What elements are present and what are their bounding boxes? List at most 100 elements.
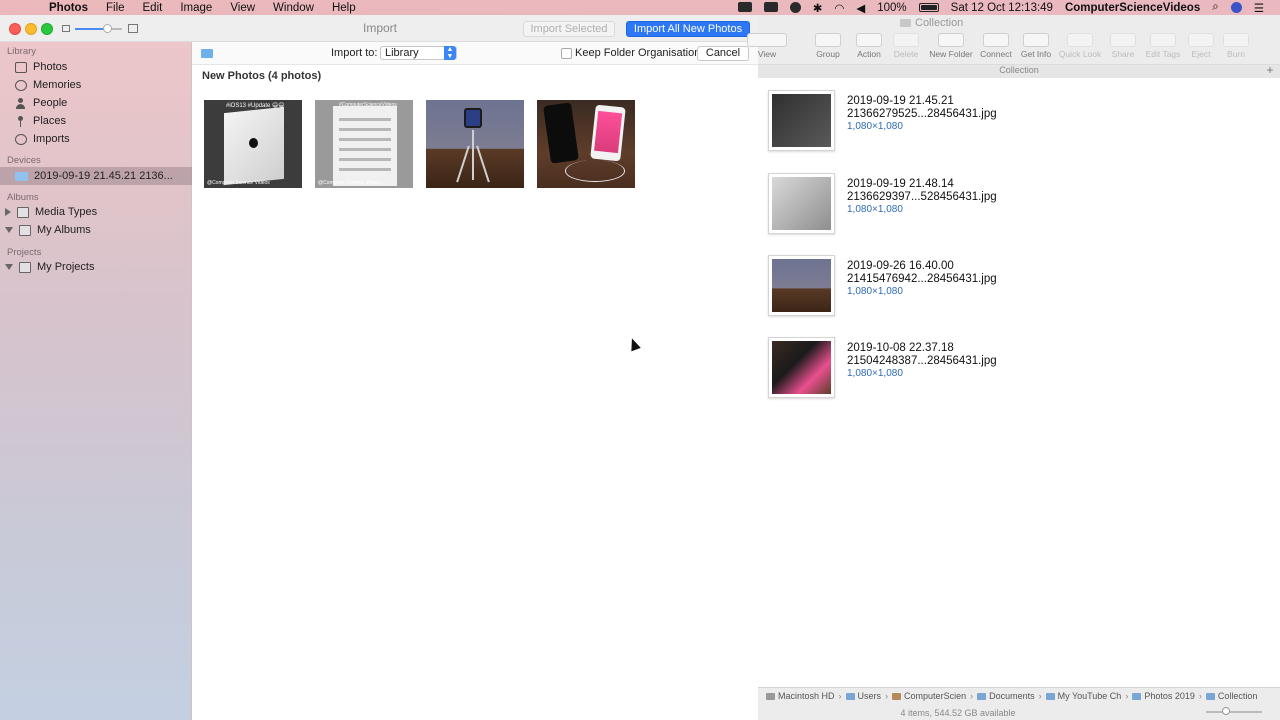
clock[interactable]: Sat 12 Oct 12:13:49 [945, 2, 1059, 14]
disclosure-triangle-icon[interactable] [5, 208, 11, 216]
cancel-button[interactable]: Cancel [697, 46, 749, 61]
zoom-window-button[interactable] [41, 23, 53, 35]
menu-help[interactable]: Help [323, 2, 365, 14]
sidebar-item-device[interactable]: 2019-09-19 21.45.21 2136... [0, 167, 192, 185]
wifi-icon[interactable]: ◠ [828, 1, 850, 15]
keep-folder-organisation-checkbox[interactable] [561, 48, 572, 59]
file-dimensions: 1,080×1,080 [847, 121, 903, 132]
path-segment[interactable]: Collection [1205, 691, 1257, 701]
select-arrows-icon: ▲ ▼ [444, 46, 456, 60]
keep-folder-organisation-label[interactable]: Keep Folder Organisation [575, 47, 700, 59]
import-selected-button[interactable]: Import Selected [523, 21, 615, 37]
file-name[interactable]: 2019-09-19 21.45.21 21366279525...2845643… [847, 95, 997, 121]
file-dimensions: 1,080×1,080 [847, 286, 903, 297]
icon-size-slider[interactable] [1206, 707, 1262, 715]
battery-percent[interactable]: 100% [871, 2, 912, 14]
file-thumbnail[interactable] [768, 173, 835, 234]
new-photos-heading: New Photos (4 photos) [202, 70, 322, 82]
gear-icon [856, 33, 882, 47]
file-name[interactable]: 2019-10-08 22.37.18 21504248387...2845643… [847, 342, 997, 368]
sidebar-section-albums: Albums [7, 192, 39, 203]
sidebar-item-photos[interactable]: Photos [0, 58, 192, 76]
file-name[interactable]: 2019-09-19 21.48.14 2136629397...52845643… [847, 178, 997, 204]
username[interactable]: ComputerScienceVideos [1059, 2, 1206, 14]
large-thumbnail-icon [128, 24, 138, 33]
file-dimensions: 1,080×1,080 [847, 368, 903, 379]
siri-icon[interactable] [1225, 1, 1248, 14]
clock-icon [15, 133, 27, 145]
sidebar-item-media-types[interactable]: Media Types [0, 203, 192, 221]
import-options-bar: Import to: Library ▲ ▼ Keep Folder Organi… [192, 42, 758, 65]
sidebar-item-label: People [33, 97, 68, 109]
photo-thumbnail[interactable]: #ComputerScienceVideos @Computer Science… [315, 100, 413, 188]
sidebar-item-label: Media Types [35, 206, 98, 218]
sidebar-item-people[interactable]: People [0, 94, 192, 112]
sidebar-item-my-albums[interactable]: My Albums [0, 221, 192, 239]
album-icon [19, 224, 31, 236]
search-icon[interactable]: ⌕ [1206, 1, 1224, 14]
menu-image[interactable]: Image [171, 2, 221, 14]
disclosure-triangle-icon[interactable] [5, 227, 13, 233]
minimize-window-button[interactable] [25, 23, 37, 35]
folder-icon [845, 692, 855, 700]
file-row[interactable]: 2019-09-26 16.40.00 21415476942...2845643… [758, 255, 1280, 325]
finder-item-count: 4 items, 544.52 GB available [900, 708, 1016, 718]
view-button[interactable]: View [744, 33, 790, 59]
delete-button[interactable]: Delete [883, 33, 929, 59]
sidebar-item-memories[interactable]: Memories [0, 76, 192, 94]
get-info-button[interactable]: Get Info [1013, 33, 1059, 59]
path-segment[interactable]: ComputerScien [892, 691, 966, 701]
menu-window[interactable]: Window [264, 2, 323, 14]
group-button[interactable]: Group [805, 33, 851, 59]
close-window-button[interactable] [9, 23, 21, 35]
photos-icon [15, 61, 27, 73]
finder-toolbar: Collection View Group Action Delete New … [747, 15, 1280, 78]
eject-icon [1188, 33, 1214, 47]
import-all-new-photos-button[interactable]: Import All New Photos [626, 21, 750, 37]
file-row[interactable]: 2019-09-19 21.48.14 2136629397...52845643… [758, 173, 1280, 243]
volume-icon[interactable]: ◀ [850, 1, 871, 15]
photo-thumbnail[interactable]: #iOS13 #Update 😄😄 @Computer Science Vide… [204, 100, 302, 188]
photo-thumbnail[interactable] [537, 100, 635, 188]
slider-knob[interactable] [103, 24, 112, 33]
file-thumbnail[interactable] [768, 90, 835, 151]
menu-file[interactable]: File [97, 2, 134, 14]
sidebar-item-imports[interactable]: Imports [0, 130, 192, 148]
path-segment[interactable]: Photos 2019 [1132, 691, 1195, 701]
file-row[interactable]: 2019-09-19 21.45.21 21366279525...2845643… [758, 90, 1280, 160]
path-segment[interactable]: Documents [977, 691, 1035, 701]
home-icon [892, 692, 902, 700]
menu-view[interactable]: View [221, 2, 264, 14]
path-segment[interactable]: Macintosh HD [766, 691, 835, 701]
creative-cloud-icon[interactable] [758, 2, 784, 14]
path-segment[interactable]: Users [845, 691, 881, 701]
project-icon [19, 261, 31, 273]
menu-app-name[interactable]: Photos [40, 2, 97, 14]
notification-center-icon[interactable]: ☰ [1248, 1, 1270, 15]
path-segment[interactable]: My YouTube Ch [1045, 691, 1121, 701]
battery-icon[interactable] [913, 2, 945, 14]
menu-edit[interactable]: Edit [134, 2, 172, 14]
file-dimensions: 1,080×1,080 [847, 204, 903, 215]
sidebar-item-places[interactable]: Places [0, 112, 192, 130]
person-icon [15, 97, 27, 109]
file-thumbnail[interactable] [768, 337, 835, 398]
photo-thumbnail[interactable] [426, 100, 524, 188]
burn-button[interactable]: Burn [1213, 33, 1259, 59]
screen-record-icon[interactable] [732, 2, 758, 14]
slider-knob[interactable] [1222, 707, 1230, 715]
quick-look-button[interactable]: Quick Look [1057, 33, 1103, 59]
sidebar-item-label: My Projects [37, 261, 95, 273]
disclosure-triangle-icon[interactable] [5, 264, 13, 270]
import-destination-select[interactable]: Library ▲ ▼ [380, 46, 457, 60]
file-name[interactable]: 2019-09-26 16.40.00 21415476942...2845643… [847, 260, 997, 286]
file-thumbnail[interactable] [768, 255, 835, 316]
add-tab-button[interactable]: + [1263, 63, 1277, 77]
sidebar-item-my-projects[interactable]: My Projects [0, 258, 192, 276]
time-machine-icon[interactable] [784, 1, 807, 14]
thumbnail-size-slider[interactable] [62, 24, 138, 34]
new-folder-button[interactable]: New Folder [928, 33, 974, 59]
file-row[interactable]: 2019-10-08 22.37.18 21504248387...2845643… [758, 337, 1280, 407]
bluetooth-icon[interactable]: ✱ [807, 1, 829, 15]
tag-icon [1150, 33, 1176, 47]
